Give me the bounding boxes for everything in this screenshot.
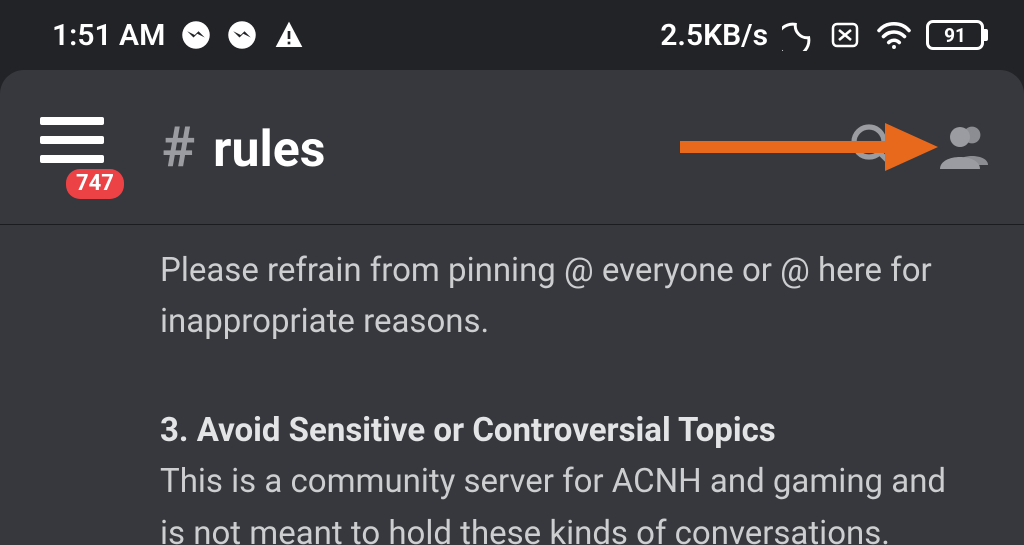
battery-indicator: 91 [926, 20, 984, 50]
dnd-icon [782, 19, 814, 51]
messenger-icon-2 [227, 20, 257, 50]
search-button[interactable] [848, 121, 896, 173]
vibrate-icon [828, 21, 862, 49]
hamburger-icon [40, 117, 104, 163]
warning-icon [273, 19, 305, 51]
rule-body: This is a community server for ACNH and … [160, 462, 946, 545]
rule-text: Please refrain from pinning @ everyone o… [160, 245, 974, 347]
status-right: 2.5KB/s 91 [660, 18, 984, 53]
menu-button[interactable]: 747 [40, 117, 112, 177]
rule-heading: 3. Avoid Sensitive or Controversial Topi… [160, 411, 776, 450]
data-rate: 2.5KB/s [660, 18, 768, 53]
wifi-icon [876, 20, 912, 50]
channel-content[interactable]: Please refrain from pinning @ everyone o… [0, 225, 1024, 545]
messenger-icon [181, 20, 211, 50]
channel-title[interactable]: # rules [162, 114, 325, 180]
status-left: 1:51 AM [52, 18, 305, 53]
rule-block: 3. Avoid Sensitive or Controversial Topi… [160, 405, 974, 545]
battery-level: 91 [944, 24, 966, 47]
channel-header: 747 # rules [0, 70, 1024, 225]
members-button[interactable] [938, 121, 990, 173]
clock: 1:51 AM [52, 18, 165, 53]
unread-badge: 747 [66, 169, 124, 199]
status-bar: 1:51 AM 2.5KB/s 91 [0, 0, 1024, 70]
channel-name: rules [213, 121, 325, 179]
members-icon [938, 121, 990, 169]
search-icon [848, 121, 896, 169]
hash-icon: # [162, 114, 195, 180]
